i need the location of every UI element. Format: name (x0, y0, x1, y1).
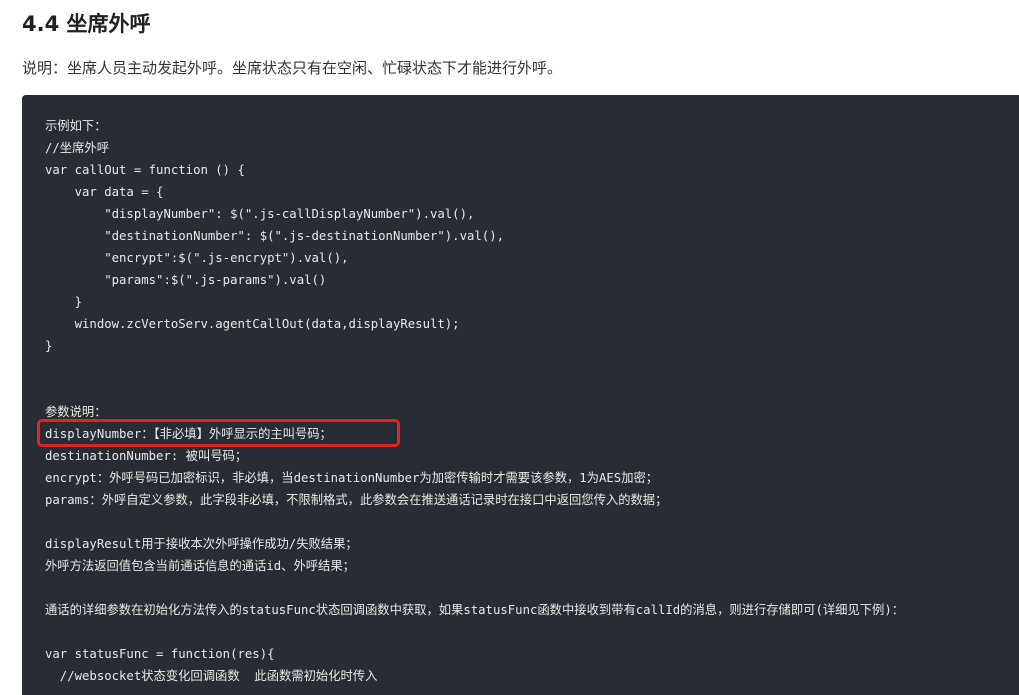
code-line: "encrypt":$(".js-encrypt").val(), (45, 251, 349, 265)
section-title: 4.4 坐席外呼 (22, 12, 151, 36)
code-block: 示例如下： //坐席外呼 var callOut = function () {… (22, 95, 1019, 695)
code-line: params：外呼自定义参数，此字段非必填，不限制格式，此参数会在推送通话记录时… (45, 493, 668, 507)
code-line: displayResult用于接收本次外呼操作成功/失败结果； (45, 537, 358, 551)
code-line: 参数说明： (45, 405, 107, 419)
code-line: var statusFunc = function(res){ (45, 647, 275, 661)
code-line: var data = { (45, 185, 164, 199)
section-description: 说明：坐席人员主动发起外呼。坐席状态只有在空闲、忙碌状态下才能进行外呼。 (22, 59, 563, 77)
code-line: 通话的详细参数在初始化方法传入的statusFunc状态回调函数中获取，如果st… (45, 603, 905, 617)
code-line: "params":$(".js-params").val() (45, 273, 327, 287)
code-line: "destinationNumber": $(".js-destinationN… (45, 229, 505, 243)
code-line: //websocket状态变化回调函数 此函数需初始化时传入 (45, 669, 378, 683)
code-line: } (45, 339, 53, 353)
code-line: encrypt：外呼号码已加密标识，非必填，当destinationNumber… (45, 471, 659, 485)
code-line: var callOut = function () { (45, 163, 245, 177)
code-line-highlighted: displayNumber：【非必填】外呼显示的主叫号码； (45, 427, 332, 441)
code-line: 外呼方法返回值包含当前通话信息的通话id、外呼结果； (45, 559, 355, 573)
code-line: window.zcVertoServ.agentCallOut(data,dis… (45, 317, 460, 331)
code-line: destinationNumber: 被叫号码； (45, 449, 248, 463)
code-line: 示例如下： (45, 119, 107, 133)
code-line: "displayNumber": $(".js-callDisplayNumbe… (45, 207, 475, 221)
code-line: } (45, 295, 83, 309)
code-lines: 示例如下： //坐席外呼 var callOut = function () {… (45, 115, 904, 687)
code-line: //坐席外呼 (45, 141, 109, 155)
